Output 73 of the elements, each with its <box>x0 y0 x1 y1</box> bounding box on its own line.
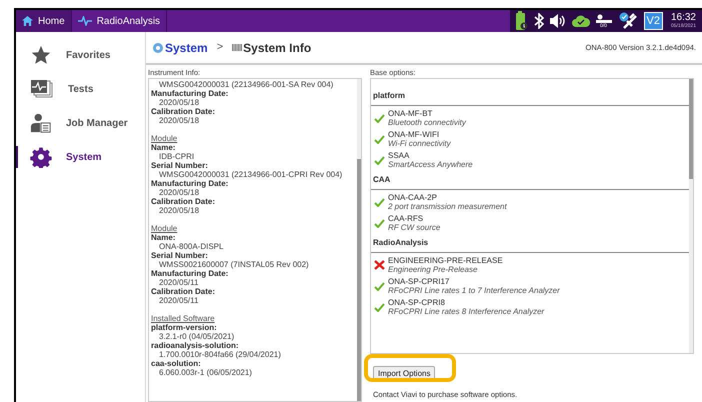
bluetooth-icon <box>534 13 544 29</box>
section-heading: Module <box>151 224 178 233</box>
option-description: RF CW source <box>388 223 440 232</box>
group-heading: RadioAnalysis <box>371 234 689 253</box>
field-value: WMSG0042000031 (22134966-001-SA Rev 004) <box>158 80 334 89</box>
section-heading: Installed Software <box>151 314 216 323</box>
field-label: Calibration Date: <box>151 197 216 206</box>
breadcrumb-link[interactable]: System <box>165 38 208 56</box>
satellite-icon <box>618 12 638 30</box>
field-value: ONA-800A-DISPL <box>158 242 224 251</box>
speaker-icon <box>550 14 566 28</box>
option-description: SmartAccess Anywhere <box>388 160 473 169</box>
option-description: RFoCPRI Line rates 1 to 7 Interference Analyzer <box>388 286 560 295</box>
option-code: ONA-SP-CPRI17 <box>388 277 450 286</box>
waveform-cards-icon <box>30 79 54 99</box>
option-description: 2 port transmission measurement <box>388 202 507 211</box>
option-code: ENGINEERING-PRE-RELEASE <box>388 256 503 265</box>
field-value: 2020/05/18 <box>158 98 200 107</box>
sidebar-item[interactable]: Job Manager <box>16 112 145 134</box>
field-value: 1.700.0010r-804fa66 (29/04/2021) <box>158 350 282 359</box>
scrollbar[interactable] <box>357 79 361 401</box>
field-value: 6.060.003r-1 (06/05/2021) <box>158 368 253 377</box>
field-label: Name: <box>151 143 176 152</box>
option-description: Bluetooth connectivity <box>388 118 466 127</box>
option-description: Engineering Pre-Release <box>388 265 478 274</box>
option-code: SSAA <box>388 151 410 160</box>
sidebar-item[interactable]: Tests <box>16 78 145 100</box>
scrollbar[interactable] <box>689 79 693 353</box>
option-code: ONA-MF-WIFI <box>388 130 440 139</box>
option-code: ONA-CAA-2P <box>388 193 438 202</box>
field-value: 2020/05/18 <box>158 206 200 215</box>
field-label: Name: <box>151 233 176 242</box>
option-code: CAA-RFS <box>388 214 424 223</box>
option-description: Wi-Fi connectivity <box>388 139 451 148</box>
home-icon <box>22 16 33 26</box>
field-value: IDB-CPRI <box>158 152 196 161</box>
field-label: Serial Number: <box>151 251 209 260</box>
field-value: 2020/05/11 <box>158 278 200 287</box>
barcode-icon <box>232 44 242 51</box>
star-icon <box>30 44 52 66</box>
field-label: Manufacturing Date: <box>151 89 230 98</box>
network-icon <box>596 14 612 24</box>
sidebar-item[interactable]: Favorites <box>16 44 145 66</box>
sidebar-item[interactable]: System <box>16 146 145 168</box>
group-heading: CAA <box>371 171 689 190</box>
section-heading: Module <box>151 134 178 143</box>
field-label: caa-solution: <box>151 359 202 368</box>
group-heading: platform <box>371 87 689 106</box>
field-label: Calibration Date: <box>151 107 216 116</box>
page-title: System Info <box>243 40 312 56</box>
v2-badge: V2 <box>644 12 663 30</box>
person-list-icon <box>30 112 52 134</box>
field-label: platform-version: <box>151 323 218 332</box>
pulse-icon <box>78 16 92 26</box>
battery-icon <box>516 11 528 31</box>
field-label: radioanalysis-solution: <box>151 341 240 350</box>
field-value: 2020/05/11 <box>158 296 200 305</box>
field-value: 3.2.1-r0 (04/05/2021) <box>158 332 236 341</box>
option-code: ONA-MF-BT <box>388 109 434 118</box>
breadcrumb-separator: > <box>216 40 224 56</box>
field-label: Manufacturing Date: <box>151 269 230 278</box>
top-tab[interactable]: Home <box>16 10 72 32</box>
clock-time: 16:32 <box>670 13 696 23</box>
option-description: RFoCPRI Line rates 8 Interference Analyzer <box>388 307 544 316</box>
option-code: ONA-SP-CPRI8 <box>388 298 446 307</box>
field-label: Calibration Date: <box>151 287 216 296</box>
cloud-check-icon <box>572 15 590 27</box>
field-value: 2020/05/18 <box>158 116 200 125</box>
field-value: WMSG0042000031 (22134966-001-CPRI Rev 004) <box>158 170 344 179</box>
field-value: 2020/05/18 <box>158 188 200 197</box>
field-value: WMSS0021600007 (7INSTAL05 Rev 002) <box>158 260 310 269</box>
field-label: Serial Number: <box>151 161 209 170</box>
field-label: Manufacturing Date: <box>151 179 230 188</box>
